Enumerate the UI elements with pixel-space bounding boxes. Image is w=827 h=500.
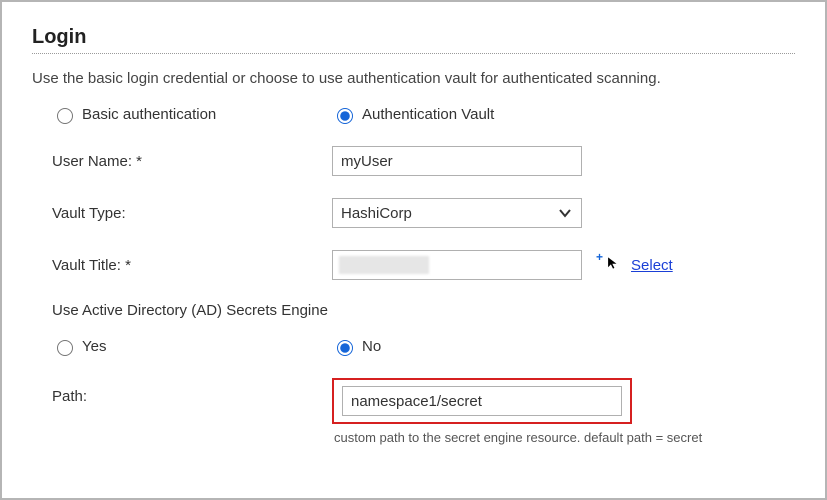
vault-title-value-box [332, 250, 582, 280]
section-description: Use the basic login credential or choose… [32, 70, 795, 87]
auth-basic-option[interactable]: Basic authentication [52, 105, 332, 124]
vault-type-select[interactable] [332, 198, 582, 228]
user-name-input[interactable] [332, 146, 582, 176]
path-input[interactable] [342, 386, 622, 416]
auth-vault-label: Authentication Vault [362, 106, 494, 123]
path-help-text: custom path to the secret engine resourc… [334, 430, 702, 445]
auth-basic-radio[interactable] [57, 108, 73, 124]
section-title: Login [32, 26, 795, 49]
path-highlight-box [332, 378, 632, 424]
vault-type-value[interactable] [332, 198, 582, 228]
redacted-vault-title [339, 256, 429, 274]
login-panel: Login Use the basic login credential or … [0, 0, 827, 500]
plus-icon: + [596, 250, 603, 264]
auth-vault-radio[interactable] [337, 108, 353, 124]
vault-type-label: Vault Type: [52, 205, 332, 222]
ad-no-option[interactable]: No [332, 337, 795, 356]
cursor-icon [606, 256, 620, 270]
ad-yes-label: Yes [82, 338, 106, 355]
auth-basic-label: Basic authentication [82, 106, 216, 123]
auth-vault-option[interactable]: Authentication Vault [332, 105, 795, 124]
vault-title-select-link[interactable]: Select [631, 257, 673, 274]
ad-no-label: No [362, 338, 381, 355]
title-underline [32, 53, 795, 54]
ad-no-radio[interactable] [337, 340, 353, 356]
ad-yes-radio[interactable] [57, 340, 73, 356]
vault-title-label: Vault Title: * [52, 257, 332, 274]
user-name-label: User Name: * [52, 153, 332, 170]
ad-engine-question: Use Active Directory (AD) Secrets Engine [52, 302, 795, 319]
ad-yes-option[interactable]: Yes [52, 337, 332, 356]
path-label: Path: [52, 378, 332, 405]
